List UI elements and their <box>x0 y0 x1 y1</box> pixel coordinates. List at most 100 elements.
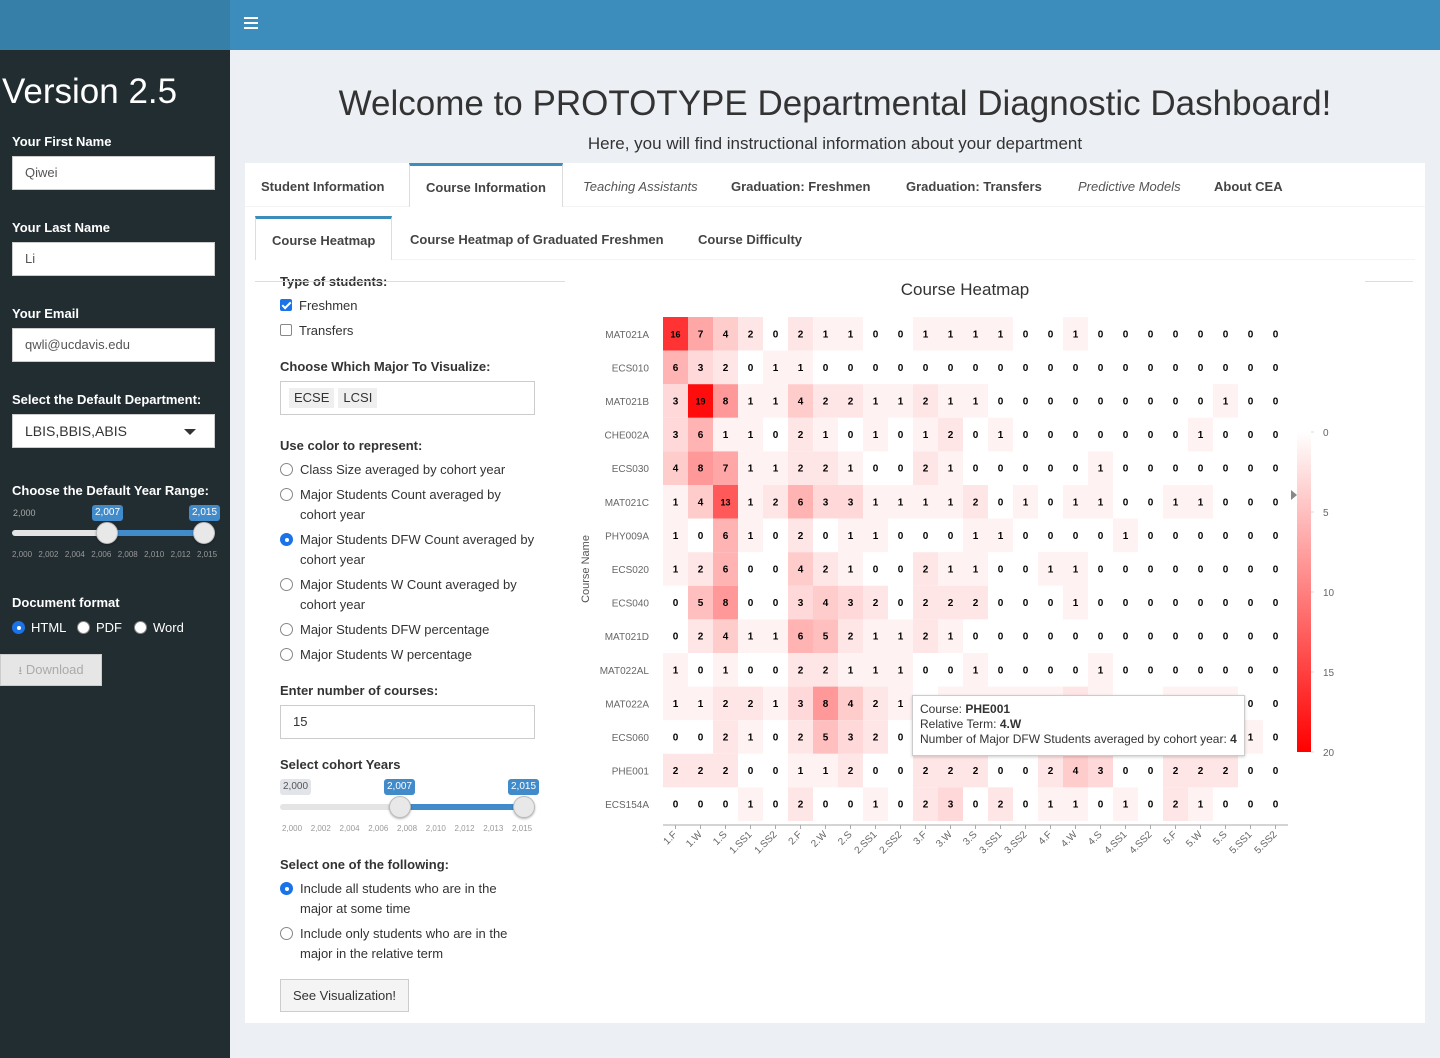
num-courses-input[interactable]: 15 <box>280 705 535 739</box>
cell-value-label: 3 <box>698 363 704 374</box>
include-all-radio[interactable]: Include all students who are in the major… <box>280 879 497 919</box>
cell-value-label: 1 <box>873 531 879 542</box>
format-pdf-radio[interactable]: PDF <box>77 620 122 635</box>
cell-value-label: 2 <box>798 733 804 744</box>
color-option-w-count[interactable]: Major Students W Count averaged by cohort… <box>280 575 517 615</box>
cell-value-label: 0 <box>1198 632 1204 643</box>
cell-value-label: 0 <box>1148 598 1154 609</box>
cell-value-label: 0 <box>1173 632 1179 643</box>
cell-value-label: 0 <box>1248 329 1254 340</box>
cell-value-label: 1 <box>948 565 954 576</box>
color-option-label: cohort year <box>300 597 366 612</box>
x-tick-label: 3.SS2 <box>1003 829 1030 856</box>
cell-value-label: 0 <box>773 665 779 676</box>
cell-value-label: 0 <box>1223 800 1229 811</box>
tab-course-information[interactable]: Course Information <box>409 163 563 207</box>
cell-value-label: 1 <box>1123 531 1129 542</box>
cell-value-label: 2 <box>1173 800 1179 811</box>
colorbar-tick-label: 20 <box>1323 748 1335 759</box>
year-slider-low-handle[interactable] <box>96 522 118 544</box>
cell-value-label: 0 <box>1223 329 1229 340</box>
color-option-dfw-percent[interactable]: Major Students DFW percentage <box>280 620 489 640</box>
heatmap-chart[interactable]: Course HeatmapCourse Name16 7 4 2 0 2 1 1 0 0 1 1 1 1… <box>565 270 1425 870</box>
color-option-label: Major Students DFW Count averaged by <box>300 532 535 547</box>
cell-value-label: 2 <box>1048 766 1054 777</box>
transfers-checkbox[interactable]: Transfers <box>280 321 353 341</box>
cell-value-label: 1 <box>923 497 929 508</box>
cohort-slider-low-handle[interactable] <box>389 796 411 818</box>
tab-student-information[interactable]: Student Information <box>245 163 401 207</box>
tab-teaching-assistants[interactable]: Teaching Assistants <box>567 163 714 207</box>
format-html-radio[interactable]: HTML <box>12 620 66 635</box>
color-option-major-count[interactable]: Major Students Count averaged by cohort y… <box>280 485 501 525</box>
menu-toggle-icon[interactable] <box>244 17 258 31</box>
cell-value-label: 1 <box>848 329 854 340</box>
cell-value-label: 7 <box>723 464 729 475</box>
see-visualization-button[interactable]: See Visualization! <box>280 979 409 1012</box>
cell-value-label: 0 <box>1073 632 1079 643</box>
x-tick-label: 3.SS1 <box>978 829 1005 856</box>
freshmen-checkbox[interactable]: Freshmen <box>280 296 358 316</box>
major-chip[interactable]: LCSI <box>338 388 378 408</box>
year-slider-high-handle[interactable] <box>193 522 215 544</box>
cell-value-label: 0 <box>1048 397 1054 408</box>
cell-value-label: 0 <box>898 329 904 340</box>
cell-value-label: 1 <box>673 699 679 710</box>
cell-value-label: 0 <box>973 464 979 475</box>
major-multiselect[interactable]: ECSE LCSI <box>280 381 535 415</box>
tab-course-difficulty[interactable]: Course Difficulty <box>682 216 818 260</box>
color-option-w-percent[interactable]: Major Students W percentage <box>280 645 472 665</box>
radio-icon <box>280 927 293 940</box>
x-tick-label: 2.SS1 <box>853 829 880 856</box>
cell-value-label: 0 <box>873 565 879 576</box>
cell-value-label: 1 <box>1073 329 1079 340</box>
cell-value-label: 1 <box>673 497 679 508</box>
cell-value-label: 2 <box>973 598 979 609</box>
include-only-label: major in the relative term <box>300 946 444 961</box>
chevron-down-icon <box>184 429 196 435</box>
color-option-dfw-count[interactable]: Major Students DFW Count averaged by coho… <box>280 530 534 570</box>
doc-format-label: Document format <box>12 595 120 610</box>
tab-graduation-freshmen[interactable]: Graduation: Freshmen <box>715 163 886 207</box>
cell-value-label: 3 <box>1098 766 1104 777</box>
year-slider-min-label: 2,000 <box>13 508 36 518</box>
page-title: Welcome to PROTOTYPE Departmental Diagno… <box>338 84 1332 123</box>
tab-course-heatmap-graduated[interactable]: Course Heatmap of Graduated Freshmen <box>394 216 680 260</box>
cell-value-label: 1 <box>873 665 879 676</box>
cell-value-label: 1 <box>1048 800 1054 811</box>
download-button[interactable]: ⭳ Download <box>0 654 102 686</box>
cell-value-label: 4 <box>798 565 804 576</box>
tab-predictive-models[interactable]: Predictive Models <box>1062 163 1197 207</box>
cell-value-label: 2 <box>973 497 979 508</box>
x-tick-label: 2.F <box>787 829 805 847</box>
first-name-field[interactable]: Qiwei <box>12 156 215 190</box>
email-field[interactable]: qwli@ucdavis.edu <box>12 328 215 362</box>
cell-value-label: 1 <box>998 430 1004 441</box>
cell-value-label: 1 <box>1073 565 1079 576</box>
cell-value-label: 0 <box>1223 430 1229 441</box>
cell-value-label: 0 <box>873 329 879 340</box>
cell-value-label: 0 <box>1098 565 1104 576</box>
x-tick-label: 1.W <box>684 829 705 850</box>
department-select[interactable]: LBIS,BBIS,ABIS <box>12 414 215 448</box>
cohort-slider-high-handle[interactable] <box>513 796 535 818</box>
last-name-field[interactable]: Li <box>12 242 215 276</box>
cell-value-label: 2 <box>923 464 929 475</box>
include-only-radio[interactable]: Include only students who are in the majo… <box>280 924 507 964</box>
cell-value-label: 0 <box>1223 497 1229 508</box>
cell-value-label: 3 <box>823 497 829 508</box>
cell-value-label: 0 <box>948 665 954 676</box>
tab-about-cea[interactable]: About CEA <box>1198 163 1299 207</box>
download-label: Download <box>25 662 84 677</box>
tab-course-heatmap[interactable]: Course Heatmap <box>255 216 393 260</box>
cell-value-label: 0 <box>1023 329 1029 340</box>
color-option-class-size[interactable]: Class Size averaged by cohort year <box>280 460 505 480</box>
tab-graduation-transfers[interactable]: Graduation: Transfers <box>890 163 1058 207</box>
cell-value-label: 0 <box>1223 464 1229 475</box>
format-word-radio[interactable]: Word <box>134 620 184 635</box>
cell-value-label: 0 <box>1048 430 1054 441</box>
major-chip[interactable]: ECSE <box>289 388 335 408</box>
cell-value-label: 0 <box>1023 598 1029 609</box>
cohort-slider-high-value: 2,015 <box>508 779 540 795</box>
slider-grid-label: 2,013 <box>483 824 504 833</box>
